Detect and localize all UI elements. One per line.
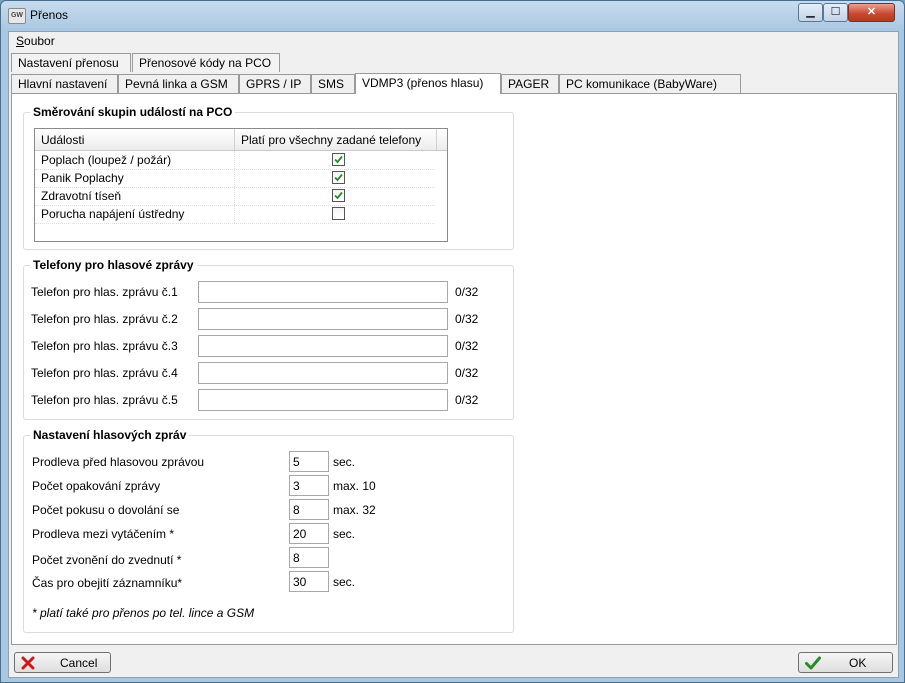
event-checkbox[interactable] bbox=[332, 171, 345, 184]
cell-separator bbox=[234, 205, 236, 223]
col-header-events[interactable]: Události bbox=[41, 133, 84, 147]
voice-setting-label: Počet pokusu o dovolání se bbox=[32, 503, 180, 517]
event-name: Poplach (loupež / požár) bbox=[41, 153, 172, 167]
phone-label: Telefon pro hlas. zprávu č.2 bbox=[31, 312, 178, 326]
voice-setting-input[interactable] bbox=[289, 523, 329, 544]
phone-counter: 0/32 bbox=[455, 366, 479, 380]
phone-input[interactable] bbox=[198, 281, 448, 303]
phone-counter: 0/32 bbox=[455, 339, 479, 353]
table-row[interactable]: Panik Poplachy bbox=[35, 169, 435, 188]
cell-separator bbox=[234, 169, 236, 187]
phone-input[interactable] bbox=[198, 362, 448, 384]
event-checkbox[interactable] bbox=[332, 153, 345, 166]
phone-input[interactable] bbox=[198, 308, 448, 330]
tab-gprs-ip[interactable]: GPRS / IP bbox=[239, 74, 311, 93]
phones-group: Telefony pro hlasové zprávy Telefon pro … bbox=[23, 258, 514, 420]
ok-button[interactable]: OK bbox=[798, 652, 893, 673]
col-separator-end bbox=[436, 129, 437, 150]
cancel-x-icon bbox=[21, 656, 35, 673]
cancel-label: Cancel bbox=[60, 656, 98, 670]
window-title: Přenos bbox=[30, 8, 69, 22]
voice-setting-suffix: max. 10 bbox=[333, 479, 376, 493]
cell-separator bbox=[234, 151, 236, 169]
col-header-all-phones[interactable]: Platí pro všechny zadané telefony bbox=[241, 133, 421, 147]
voice-group: Nastavení hlasových zpráv Prodleva před … bbox=[23, 428, 514, 633]
footnote: * platí také pro přenos po tel. lince a … bbox=[32, 606, 255, 620]
event-checkbox[interactable] bbox=[332, 189, 345, 202]
menu-bar: Soubor bbox=[9, 32, 898, 50]
phone-counter: 0/32 bbox=[455, 393, 479, 407]
menu-soubor-mnemonic: S bbox=[16, 34, 25, 48]
routing-group-title: Směrování skupin událostí na PCO bbox=[30, 105, 236, 119]
voice-setting-label: Prodleva mezi vytáčením * bbox=[32, 527, 175, 541]
voice-setting-input[interactable] bbox=[289, 475, 329, 496]
voice-setting-suffix: sec. bbox=[333, 455, 356, 469]
voice-setting-suffix: sec. bbox=[333, 527, 356, 541]
tab-sms[interactable]: SMS bbox=[311, 74, 355, 93]
checkmark-icon bbox=[805, 656, 821, 673]
cancel-button[interactable]: Cancel bbox=[14, 652, 111, 673]
ok-label: OK bbox=[849, 656, 867, 670]
voice-group-title: Nastavení hlasových zpráv bbox=[30, 428, 190, 442]
tab-nastaveni-prenosu[interactable]: Nastavení přenosu bbox=[11, 53, 131, 72]
app-icon: GW bbox=[8, 8, 26, 24]
tab-pager[interactable]: PAGER bbox=[501, 74, 559, 93]
voice-setting-suffix: max. 32 bbox=[333, 503, 376, 517]
voice-setting-input[interactable] bbox=[289, 451, 329, 472]
phone-label: Telefon pro hlas. zprávu č.1 bbox=[31, 285, 178, 299]
voice-setting-label: Počet opakování zprávy bbox=[32, 479, 161, 493]
phone-counter: 0/32 bbox=[455, 312, 479, 326]
routing-group: Směrování skupin událostí na PCO Událost… bbox=[23, 105, 514, 250]
client-area: Soubor Nastavení přenosu Přenosové kódy … bbox=[8, 31, 899, 678]
minimize-button[interactable]: ▁ bbox=[798, 3, 823, 22]
event-name: Panik Poplachy bbox=[41, 171, 124, 185]
table-row[interactable]: Porucha napájení ústředny bbox=[35, 205, 435, 224]
voice-setting-input[interactable] bbox=[289, 499, 329, 520]
phones-group-title: Telefony pro hlasové zprávy bbox=[30, 258, 197, 272]
voice-setting-input[interactable] bbox=[289, 547, 329, 568]
table-row[interactable]: Poplach (loupež / požár) bbox=[35, 151, 435, 170]
phone-label: Telefon pro hlas. zprávu č.4 bbox=[31, 366, 178, 380]
table-row[interactable]: Zdravotní tíseň bbox=[35, 187, 435, 206]
title-bar[interactable]: GW Přenos ▁ ☐ ✕ bbox=[1, 1, 904, 29]
routing-grid: Události Platí pro všechny zadané telefo… bbox=[34, 128, 448, 242]
maximize-button[interactable]: ☐ bbox=[823, 3, 848, 22]
phone-input[interactable] bbox=[198, 389, 448, 411]
event-name: Zdravotní tíseň bbox=[41, 189, 122, 203]
phone-label: Telefon pro hlas. zprávu č.5 bbox=[31, 393, 178, 407]
tab-pevna-linka-gsm[interactable]: Pevná linka a GSM bbox=[118, 74, 239, 93]
phone-input[interactable] bbox=[198, 335, 448, 357]
menu-soubor-label: oubor bbox=[24, 34, 55, 48]
tab-pc-komunikace[interactable]: PC komunikace (BabyWare) bbox=[559, 74, 741, 93]
close-button[interactable]: ✕ bbox=[848, 3, 895, 22]
event-checkbox[interactable] bbox=[332, 207, 345, 220]
tab-vdmp3[interactable]: VDMP3 (přenos hlasu) bbox=[355, 73, 501, 94]
tab-panel-vdmp3: Směrování skupin událostí na PCO Událost… bbox=[11, 93, 897, 645]
phone-counter: 0/32 bbox=[455, 285, 479, 299]
menu-soubor[interactable]: Soubor bbox=[16, 34, 55, 48]
voice-setting-label: Čas pro obejití záznamníku* bbox=[32, 576, 183, 590]
voice-setting-label: Prodleva před hlasovou zprávou bbox=[32, 455, 205, 469]
app-window: GW Přenos ▁ ☐ ✕ Soubor Nastavení přenosu… bbox=[0, 0, 905, 683]
tab-hlavni-nastaveni[interactable]: Hlavní nastavení bbox=[11, 74, 118, 93]
phone-label: Telefon pro hlas. zprávu č.3 bbox=[31, 339, 178, 353]
voice-setting-input[interactable] bbox=[289, 571, 329, 592]
voice-setting-label: Počet zvonění do zvednutí * bbox=[32, 553, 182, 567]
col-separator bbox=[234, 129, 235, 150]
event-name: Porucha napájení ústředny bbox=[41, 207, 185, 221]
routing-grid-header: Události Platí pro všechny zadané telefo… bbox=[35, 129, 447, 151]
cell-separator bbox=[234, 187, 236, 205]
tab-prenosove-kody[interactable]: Přenosové kódy na PCO bbox=[132, 53, 280, 72]
voice-setting-suffix: sec. bbox=[333, 575, 356, 589]
